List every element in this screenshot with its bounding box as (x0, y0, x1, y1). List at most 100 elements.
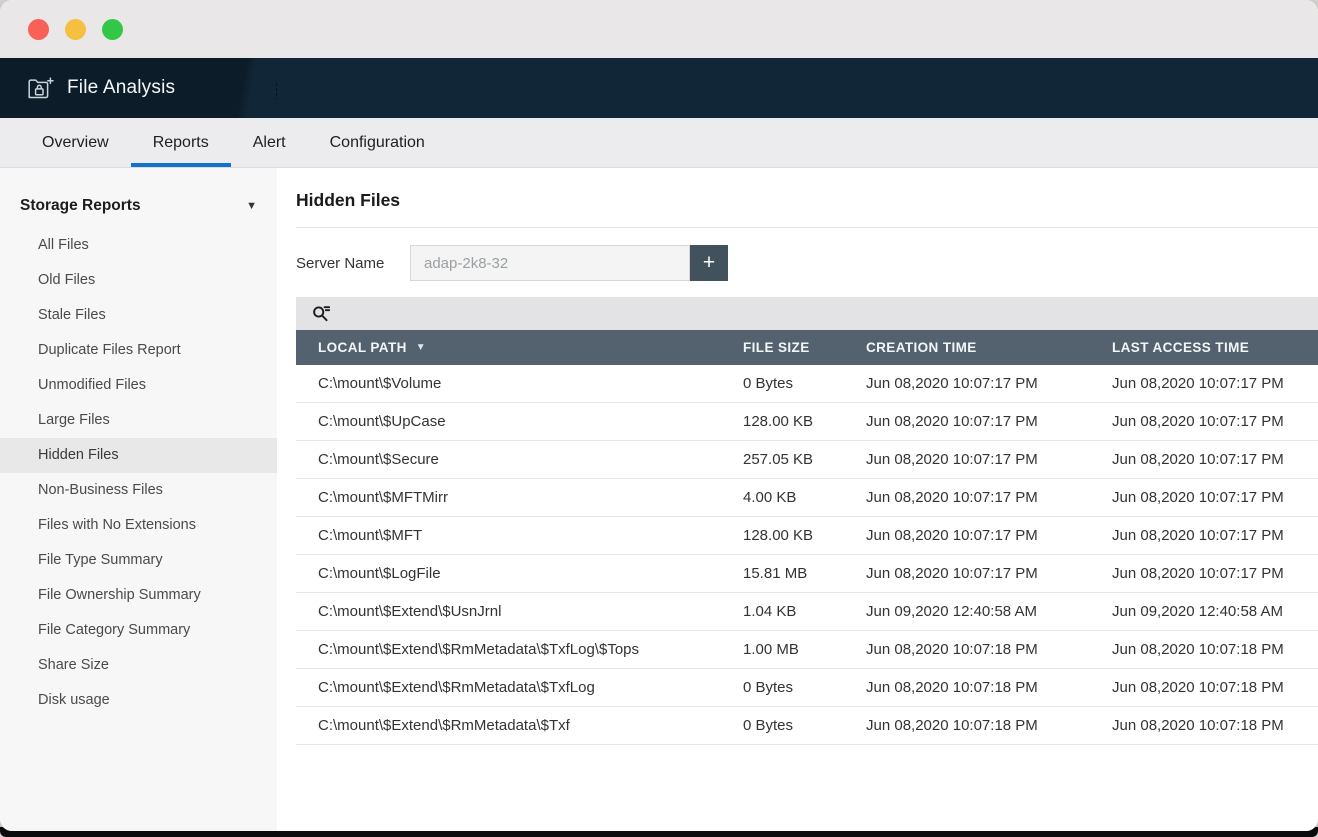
cell-creation-time: Jun 08,2020 10:07:17 PM (866, 375, 1112, 392)
table-row: C:\mount\$Extend\$UsnJrnl 1.04 KB Jun 09… (296, 593, 1318, 631)
cell-file-size: 0 Bytes (743, 717, 866, 734)
cell-last-access-time: Jun 08,2020 10:07:17 PM (1112, 451, 1318, 468)
cell-local-path: C:\mount\$Extend\$RmMetadata\$TxfLog (296, 679, 743, 696)
sidebar-report-item[interactable]: File Category Summary (0, 613, 277, 648)
sidebar-report-item[interactable]: Non-Business Files (0, 473, 277, 508)
close-window-button[interactable] (28, 19, 49, 40)
sort-caret-icon: ▼ (416, 342, 426, 353)
cell-local-path: C:\mount\$Extend\$RmMetadata\$TxfLog\$To… (296, 641, 743, 658)
cell-local-path: C:\mount\$Extend\$RmMetadata\$Txf (296, 717, 743, 734)
sidebar-report-label: Non-Business Files (38, 482, 163, 498)
search-filter-icon[interactable] (312, 305, 330, 323)
table-row: C:\mount\$UpCase 128.00 KB Jun 08,2020 1… (296, 403, 1318, 441)
cell-last-access-time: Jun 08,2020 10:07:18 PM (1112, 717, 1318, 734)
cell-file-size: 4.00 KB (743, 489, 866, 506)
sidebar-report-item[interactable]: Share Size (0, 648, 277, 683)
tab[interactable]: Configuration (308, 118, 447, 167)
cell-file-size: 0 Bytes (743, 375, 866, 392)
sidebar-report-item[interactable]: All Files (0, 228, 277, 263)
server-name-label: Server Name (296, 255, 410, 272)
table-row: C:\mount\$MFT 128.00 KB Jun 08,2020 10:0… (296, 517, 1318, 555)
cell-last-access-time: Jun 08,2020 10:07:17 PM (1112, 375, 1318, 392)
cell-local-path: C:\mount\$MFTMirr (296, 489, 743, 506)
sidebar-report-label: File Category Summary (38, 622, 190, 638)
minimize-window-button[interactable] (65, 19, 86, 40)
table-row: C:\mount\$Extend\$RmMetadata\$TxfLog\$To… (296, 631, 1318, 669)
column-header-last-access-time[interactable]: LAST ACCESS TIME (1112, 340, 1318, 355)
cell-file-size: 1.00 MB (743, 641, 866, 658)
sidebar-report-item[interactable]: Large Files (0, 403, 277, 438)
cell-file-size: 128.00 KB (743, 413, 866, 430)
tab[interactable]: Alert (231, 118, 308, 167)
table-row: C:\mount\$Extend\$RmMetadata\$TxfLog 0 B… (296, 669, 1318, 707)
server-name-input[interactable] (410, 245, 690, 281)
sidebar-report-item[interactable]: Duplicate Files Report (0, 333, 277, 368)
sidebar-report-label: Disk usage (38, 692, 110, 708)
table-row: C:\mount\$Volume 0 Bytes Jun 08,2020 10:… (296, 365, 1318, 403)
sidebar-report-label: File Type Summary (38, 552, 163, 568)
app-window: File Analysis Overview Reports Alert Con… (0, 0, 1318, 831)
sidebar-report-label: Stale Files (38, 307, 106, 323)
sidebar: Storage Reports ▼ All Files Old Files (0, 168, 277, 831)
tab-label: Alert (253, 134, 286, 152)
column-header-creation-time[interactable]: CREATION TIME (866, 340, 1112, 355)
sidebar-report-label: Files with No Extensions (38, 517, 196, 533)
cell-local-path: C:\mount\$MFT (296, 527, 743, 544)
sidebar-report-item[interactable]: Disk usage (0, 683, 277, 718)
sidebar-report-item[interactable]: Unmodified Files (0, 368, 277, 403)
sidebar-report-item[interactable]: Hidden Files (0, 438, 277, 473)
cell-last-access-time: Jun 08,2020 10:07:17 PM (1112, 527, 1318, 544)
column-header-label: LOCAL PATH (318, 340, 407, 355)
tab-bar: Overview Reports Alert Configuration (0, 118, 1318, 168)
cell-last-access-time: Jun 08,2020 10:07:18 PM (1112, 679, 1318, 696)
cell-creation-time: Jun 08,2020 10:07:17 PM (866, 451, 1112, 468)
cell-creation-time: Jun 08,2020 10:07:17 PM (866, 565, 1112, 582)
add-server-button[interactable]: + (690, 245, 728, 281)
sidebar-report-label: Old Files (38, 272, 95, 288)
cell-local-path: C:\mount\$Secure (296, 451, 743, 468)
table-row: C:\mount\$LogFile 15.81 MB Jun 08,2020 1… (296, 555, 1318, 593)
sidebar-report-label: Hidden Files (38, 447, 119, 463)
sidebar-section-storage-reports[interactable]: Storage Reports ▼ (0, 188, 277, 224)
server-selector-row: Server Name + (296, 245, 1318, 281)
cell-last-access-time: Jun 08,2020 10:07:18 PM (1112, 641, 1318, 658)
column-header-file-size[interactable]: FILE SIZE (743, 340, 866, 355)
sidebar-section-title: Storage Reports (20, 197, 141, 215)
table-row: C:\mount\$MFTMirr 4.00 KB Jun 08,2020 10… (296, 479, 1318, 517)
sidebar-report-item[interactable]: File Type Summary (0, 543, 277, 578)
cell-creation-time: Jun 08,2020 10:07:18 PM (866, 641, 1112, 658)
cell-creation-time: Jun 08,2020 10:07:18 PM (866, 717, 1112, 734)
tab-label: Configuration (330, 134, 425, 152)
sidebar-report-label: File Ownership Summary (38, 587, 201, 603)
sidebar-report-list: All Files Old Files Stale Files Duplicat… (0, 228, 277, 718)
tab[interactable]: Reports (131, 118, 231, 167)
cell-local-path: C:\mount\$Extend\$UsnJrnl (296, 603, 743, 620)
cell-local-path: C:\mount\$LogFile (296, 565, 743, 582)
table-body: C:\mount\$Volume 0 Bytes Jun 08,2020 10:… (296, 365, 1318, 745)
tab[interactable]: Overview (20, 118, 131, 167)
sidebar-report-item[interactable]: File Ownership Summary (0, 578, 277, 613)
sidebar-report-item[interactable]: Files with No Extensions (0, 508, 277, 543)
cell-local-path: C:\mount\$Volume (296, 375, 743, 392)
column-header-local-path[interactable]: LOCAL PATH ▼ (296, 340, 743, 355)
window-titlebar (0, 0, 1318, 58)
screen: File Analysis Overview Reports Alert Con… (0, 0, 1318, 837)
zoom-window-button[interactable] (102, 19, 123, 40)
cell-creation-time: Jun 08,2020 10:07:17 PM (866, 413, 1112, 430)
cell-creation-time: Jun 09,2020 12:40:58 AM (866, 603, 1112, 620)
app-header: File Analysis (0, 58, 1318, 118)
page-title: Hidden Files (296, 190, 1318, 228)
table-row: C:\mount\$Extend\$RmMetadata\$Txf 0 Byte… (296, 707, 1318, 745)
cell-file-size: 128.00 KB (743, 527, 866, 544)
content-area: Storage Reports ▼ All Files Old Files (0, 168, 1318, 831)
app-title: File Analysis (67, 77, 175, 99)
sidebar-report-item[interactable]: Stale Files (0, 298, 277, 333)
chevron-down-icon: ▼ (246, 200, 257, 212)
sidebar-report-label: Large Files (38, 412, 110, 428)
tab-label: Reports (153, 134, 209, 152)
sidebar-report-label: Share Size (38, 657, 109, 673)
sidebar-report-item[interactable]: Old Files (0, 263, 277, 298)
tab-label: Overview (42, 134, 109, 152)
cell-file-size: 0 Bytes (743, 679, 866, 696)
cell-creation-time: Jun 08,2020 10:07:18 PM (866, 679, 1112, 696)
